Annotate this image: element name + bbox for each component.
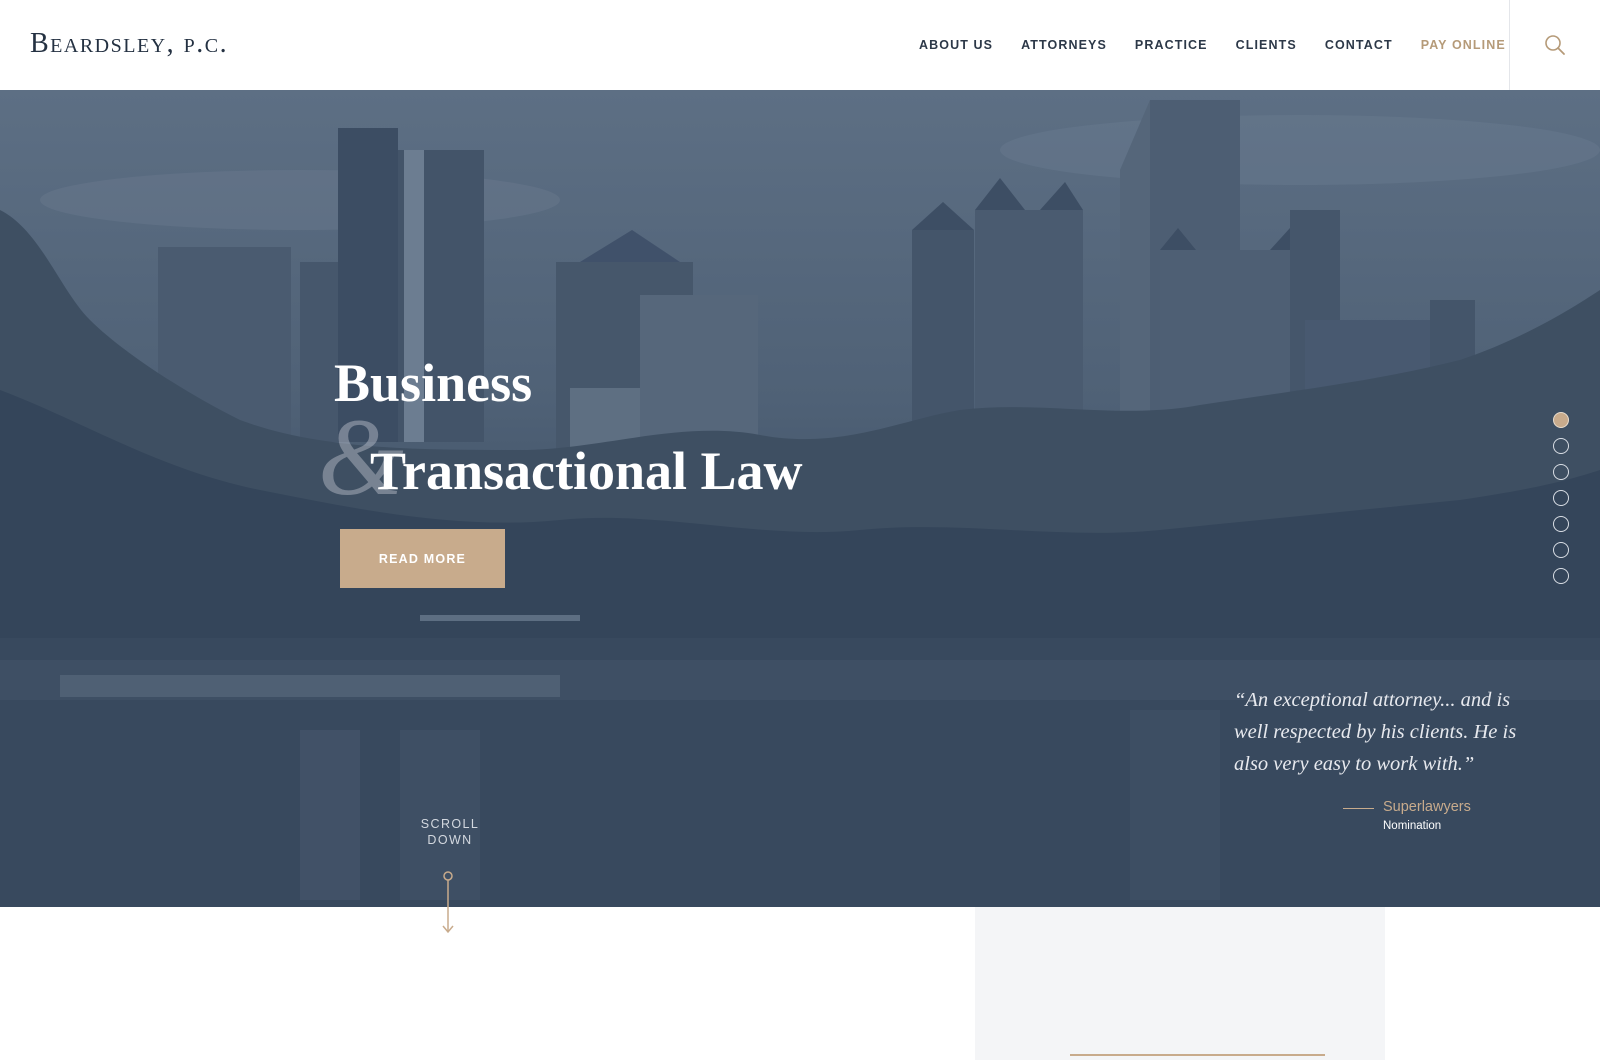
scroll-down-arrow-icon[interactable] xyxy=(438,870,458,938)
site-header: Beardsley, p.c. ABOUT US ATTORNEYS PRACT… xyxy=(0,0,1600,90)
scroll-down-label[interactable]: SCROLL DOWN xyxy=(410,816,490,848)
nav-clients[interactable]: CLIENTS xyxy=(1236,38,1297,52)
slide-dot-3[interactable] xyxy=(1553,464,1569,480)
search-button[interactable] xyxy=(1509,0,1600,90)
scroll-label-line-2: DOWN xyxy=(427,833,473,847)
scroll-label-line-1: SCROLL xyxy=(420,817,480,831)
hero-title-line-2: Transactional Law xyxy=(370,441,803,501)
slide-dot-4[interactable] xyxy=(1553,490,1569,506)
nav-attorneys[interactable]: ATTORNEYS xyxy=(1021,38,1107,52)
attribution-divider xyxy=(1343,808,1374,809)
slide-dot-1[interactable] xyxy=(1553,412,1569,428)
slide-dot-7[interactable] xyxy=(1553,568,1569,584)
site-logo[interactable]: Beardsley, p.c. xyxy=(30,28,228,60)
main-nav: ABOUT US ATTORNEYS PRACTICE CLIENTS CONT… xyxy=(919,38,1506,52)
slide-dot-6[interactable] xyxy=(1553,542,1569,558)
nav-pay-online[interactable]: PAY ONLINE xyxy=(1421,38,1506,52)
content-panel xyxy=(975,907,1385,1060)
nav-contact[interactable]: CONTACT xyxy=(1325,38,1393,52)
nav-about-us[interactable]: ABOUT US xyxy=(919,38,993,52)
nav-practice[interactable]: PRACTICE xyxy=(1135,38,1208,52)
hero-banner: Business & Transactional Law READ MORE “… xyxy=(0,90,1600,907)
search-icon xyxy=(1545,35,1565,55)
slide-dot-2[interactable] xyxy=(1553,438,1569,454)
read-more-button[interactable]: READ MORE xyxy=(340,529,505,588)
slide-pagination xyxy=(1553,412,1569,594)
testimonial-source-sub: Nomination xyxy=(1383,820,1442,832)
testimonial-source: Superlawyers xyxy=(1383,799,1471,815)
testimonial-quote: “An exceptional attorney... and is well … xyxy=(1234,689,1517,775)
panel-accent-line xyxy=(1070,1054,1325,1057)
slide-dot-5[interactable] xyxy=(1553,516,1569,532)
